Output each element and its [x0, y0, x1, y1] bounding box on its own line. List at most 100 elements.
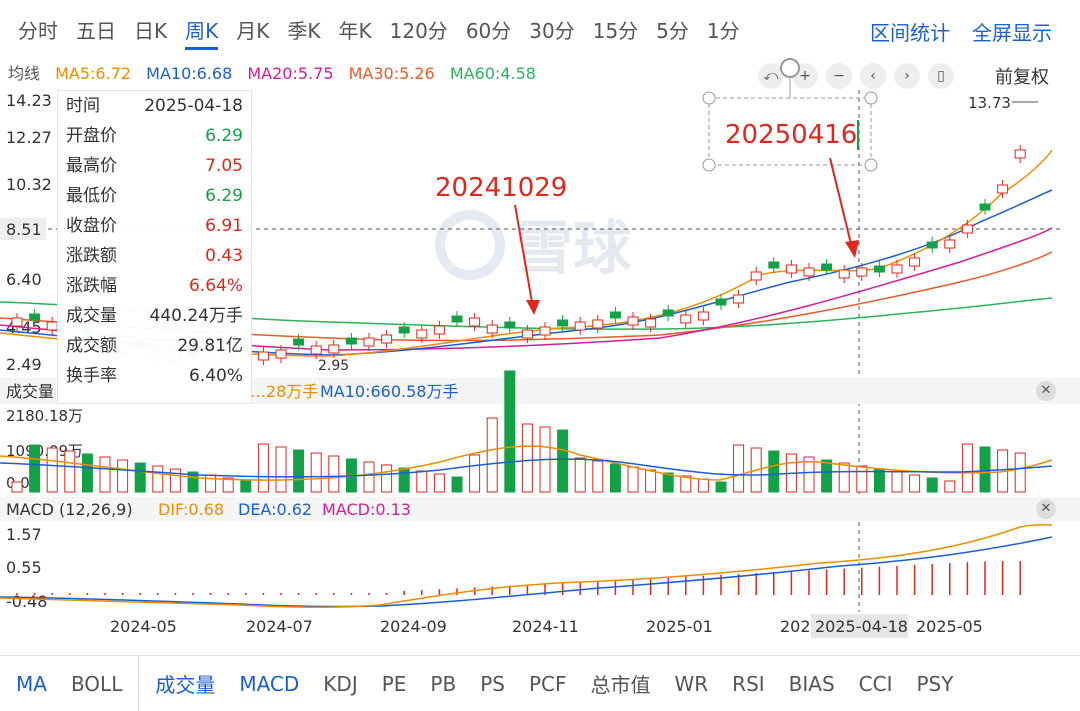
tooltip-row: 换手率 6.40%: [58, 361, 251, 391]
tooltip-row: 最高价 7.05: [58, 151, 251, 181]
volume-ma10: MA10:660.58万手: [320, 382, 459, 401]
candle-body: [416, 329, 428, 339]
watermark-logo: 雪球: [435, 210, 632, 282]
volume-ma5: …28万手: [250, 382, 318, 401]
candle-body: [310, 345, 322, 355]
volume-bar: [381, 464, 393, 493]
candle-body: [257, 351, 269, 361]
volume-bar: [275, 446, 287, 493]
tooltip-row: 最低价 6.29: [58, 181, 251, 211]
annotation-arrowhead-2: [845, 240, 859, 258]
indicator-tab-macd[interactable]: MACD: [239, 672, 299, 696]
tooltip-key: 成交量: [66, 306, 117, 326]
indicator-tab-pe[interactable]: PE: [382, 672, 407, 696]
volume-bar: [821, 459, 833, 493]
rotate-handle[interactable]: [780, 58, 800, 78]
indicator-tab-psy[interactable]: PSY: [917, 672, 954, 696]
candle-body: [697, 311, 709, 321]
selection-handle[interactable]: [864, 158, 878, 172]
candle-body: [539, 326, 551, 336]
candle-body: [979, 203, 991, 211]
candle-body: [803, 267, 815, 277]
volume-bar: [152, 465, 164, 493]
indicator-tab-bias[interactable]: BIAS: [789, 672, 835, 696]
date-tick: 2024-11: [512, 617, 579, 636]
indicator-tabbar: MA BOLL 成交量 MACD KDJ PE PB PS PCF 总市值 WR…: [0, 655, 1080, 711]
indicator-tab-pb[interactable]: PB: [430, 672, 456, 696]
date-tick: 2024-09: [380, 617, 447, 636]
tooltip-key: 开盘价: [66, 126, 117, 146]
volume-bar: [433, 473, 445, 493]
tooltip-value: 2025-04-18: [144, 96, 243, 116]
indicator-tab-market-cap[interactable]: 总市值: [591, 669, 651, 698]
indicator-tab-kdj[interactable]: KDJ: [323, 672, 357, 696]
indicator-tab-ps[interactable]: PS: [480, 672, 505, 696]
tooltip-value: 440.24万手: [149, 306, 243, 326]
candle-body: [469, 317, 481, 327]
tooltip-row: 涨跌额 0.43: [58, 241, 251, 271]
volume-bar: [574, 457, 586, 493]
volume-bar: [592, 460, 604, 493]
volume-bar: [645, 469, 657, 493]
macd-tick: -0.48: [6, 592, 47, 611]
price-tick: 2.49: [6, 355, 42, 374]
tooltip-key: 涨跌幅: [66, 276, 117, 296]
volume-bar: [134, 462, 146, 493]
ohlc-tooltip: 时间 2025-04-18 开盘价 6.29 最高价 7.05 最低价 6.29 收盘价…: [57, 90, 252, 404]
candle-body: [29, 313, 41, 321]
candle-body: [961, 224, 973, 234]
indicator-tab-rsi[interactable]: RSI: [732, 672, 765, 696]
indicator-tab-volume[interactable]: 成交量: [155, 669, 215, 698]
candle-body: [574, 321, 586, 331]
candle-body: [926, 241, 938, 249]
selection-handle[interactable]: [702, 158, 716, 172]
candle-body: [345, 337, 357, 345]
indicator-tab-ma[interactable]: MA: [16, 672, 47, 696]
volume-header: 成交量: [6, 382, 54, 401]
candle-body: [733, 294, 745, 304]
volume-bar: [715, 481, 727, 493]
crosshair-price-label: 8.51: [6, 220, 42, 239]
date-tick: 202: [780, 617, 811, 636]
indicator-tab-pcf[interactable]: PCF: [529, 672, 567, 696]
volume-bar: [469, 454, 481, 493]
indicator-tab-cci[interactable]: CCI: [859, 672, 893, 696]
tooltip-value: 6.29: [205, 186, 243, 206]
tooltip-key: 收盘价: [66, 216, 117, 236]
tooltip-row: 成交额 29.81亿: [58, 331, 251, 361]
selection-handle[interactable]: [702, 91, 716, 105]
candle-body: [381, 334, 393, 344]
candle-body: [909, 257, 921, 267]
volume-bar: [557, 429, 569, 493]
tooltip-value: 7.05: [205, 156, 243, 176]
volume-bar: [979, 446, 991, 493]
tooltip-row: 收盘价 6.91: [58, 211, 251, 241]
tooltip-row: 涨跌幅 6.64%: [58, 271, 251, 301]
candle-body: [891, 264, 903, 274]
close-macd-icon[interactable]: ✕: [1036, 499, 1056, 519]
indicator-tab-boll[interactable]: BOLL: [71, 672, 122, 696]
date-tick: 2024-05: [110, 617, 177, 636]
volume-bar: [891, 471, 903, 493]
close-volume-icon[interactable]: ✕: [1036, 381, 1056, 401]
candle-body: [363, 337, 375, 347]
candle-body: [838, 269, 850, 279]
volume-bar: [240, 480, 252, 493]
annotation-arrowhead-1: [526, 300, 540, 315]
indicator-tab-wr[interactable]: WR: [675, 672, 709, 696]
annotation-20250416: 20250416: [725, 120, 857, 150]
selection-handle[interactable]: [864, 91, 878, 105]
volume-bar: [1014, 452, 1026, 493]
date-tick: 2024-07: [246, 617, 313, 636]
macd-dif: DIF:0.68: [158, 500, 224, 519]
macd-header: MACD (12,26,9): [6, 500, 133, 519]
volume-bar: [909, 474, 921, 493]
price-tick: 12.27: [6, 128, 52, 147]
candle-body: [785, 264, 797, 274]
macd-value: MACD:0.13: [322, 500, 411, 519]
macd-tick: 1.57: [6, 525, 42, 544]
volume-bar: [697, 478, 709, 493]
candle-body: [873, 265, 885, 273]
candle-body: [293, 338, 305, 346]
tooltip-value: 0.43: [205, 246, 243, 266]
